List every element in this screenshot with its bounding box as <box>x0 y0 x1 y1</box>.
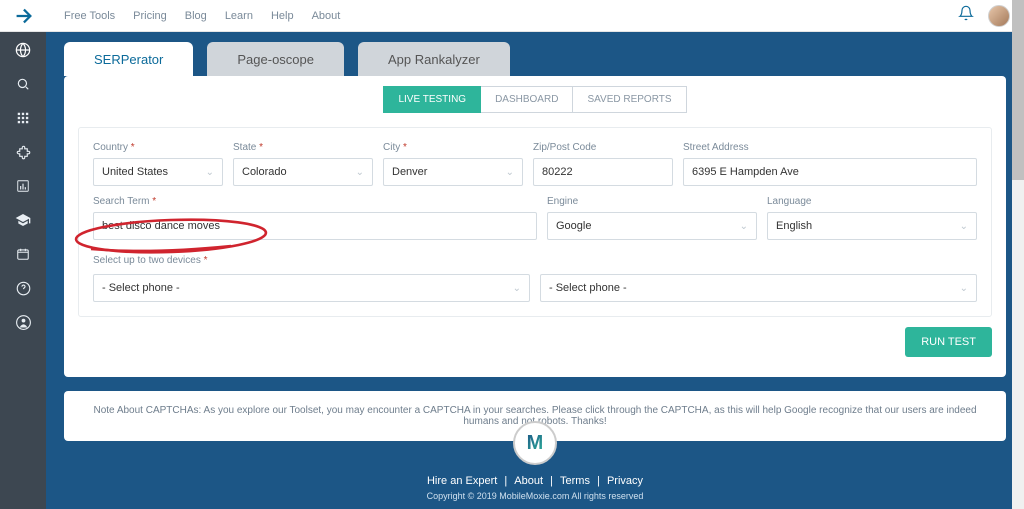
zip-label: Zip/Post Code <box>533 142 673 153</box>
footer-logo: M <box>513 421 557 465</box>
zip-input[interactable] <box>533 158 673 186</box>
search-term-label: Search Term * <box>93 196 537 207</box>
city-label: City * <box>383 142 523 153</box>
subtab-live-testing[interactable]: LIVE TESTING <box>383 86 481 113</box>
bell-icon[interactable] <box>958 5 974 26</box>
avatar[interactable] <box>988 5 1010 27</box>
chevron-down-icon: ⌄ <box>960 283 968 294</box>
footer-link-privacy[interactable]: Privacy <box>607 475 643 487</box>
search-term-input[interactable] <box>93 212 537 240</box>
state-label: State * <box>233 142 373 153</box>
user-icon[interactable] <box>15 314 31 330</box>
top-nav-blog[interactable]: Blog <box>185 10 207 22</box>
chevron-down-icon: ⌄ <box>506 167 514 178</box>
device1-select[interactable]: - Select phone -⌄ <box>93 274 530 302</box>
chevron-down-icon: ⌄ <box>513 283 521 294</box>
side-rail <box>0 32 46 509</box>
footer-copyright: Copyright © 2019 MobileMoxie.com All rig… <box>46 491 1024 501</box>
calendar-icon[interactable] <box>15 246 31 262</box>
engine-select[interactable]: Google⌄ <box>547 212 757 240</box>
top-nav-learn[interactable]: Learn <box>225 10 253 22</box>
run-test-button[interactable]: RUN TEST <box>905 327 992 357</box>
footer-link-terms[interactable]: Terms <box>560 475 590 487</box>
globe-icon[interactable] <box>15 42 31 58</box>
puzzle-icon[interactable] <box>15 144 31 160</box>
top-nav: Free Tools Pricing Blog Learn Help About <box>64 10 340 22</box>
country-label: Country * <box>93 142 223 153</box>
main-area: SERPerator Page-oscope App Rankalyzer LI… <box>46 32 1024 509</box>
sub-tabs: LIVE TESTING DASHBOARD SAVED REPORTS <box>64 86 1006 113</box>
device2-select[interactable]: - Select phone -⌄ <box>540 274 977 302</box>
state-select[interactable]: Colorado⌄ <box>233 158 373 186</box>
question-icon[interactable] <box>15 280 31 296</box>
subtab-dashboard[interactable]: DASHBOARD <box>481 86 573 113</box>
street-label: Street Address <box>683 142 977 153</box>
chart-icon[interactable] <box>15 178 31 194</box>
tab-app-rankalyzer[interactable]: App Rankalyzer <box>358 42 510 76</box>
top-nav-free-tools[interactable]: Free Tools <box>64 10 115 22</box>
city-select[interactable]: Denver⌄ <box>383 158 523 186</box>
chevron-down-icon: ⌄ <box>740 221 748 232</box>
logo-arrow-icon[interactable] <box>0 0 46 32</box>
footer: M Hire an Expert | About | Terms | Priva… <box>46 417 1024 509</box>
tab-page-oscope[interactable]: Page-oscope <box>207 42 344 76</box>
footer-link-hire[interactable]: Hire an Expert <box>427 475 497 487</box>
tool-tabs: SERPerator Page-oscope App Rankalyzer <box>46 42 1024 76</box>
scrollbar[interactable] <box>1012 0 1024 509</box>
top-nav-pricing[interactable]: Pricing <box>133 10 167 22</box>
grid-icon[interactable] <box>15 110 31 126</box>
search-icon[interactable] <box>15 76 31 92</box>
tab-serperator[interactable]: SERPerator <box>64 42 193 76</box>
chevron-down-icon: ⌄ <box>356 167 364 178</box>
top-bar: Free Tools Pricing Blog Learn Help About <box>0 0 1024 32</box>
country-select[interactable]: United States⌄ <box>93 158 223 186</box>
grad-cap-icon[interactable] <box>15 212 31 228</box>
devices-label: Select up to two devices * <box>93 255 208 266</box>
footer-link-about[interactable]: About <box>514 475 543 487</box>
language-select[interactable]: English⌄ <box>767 212 977 240</box>
chevron-down-icon: ⌄ <box>206 167 214 178</box>
street-input[interactable] <box>683 158 977 186</box>
panel: LIVE TESTING DASHBOARD SAVED REPORTS Cou… <box>64 76 1006 377</box>
subtab-saved-reports[interactable]: SAVED REPORTS <box>573 86 686 113</box>
footer-links: Hire an Expert | About | Terms | Privacy <box>46 475 1024 487</box>
language-label: Language <box>767 196 977 207</box>
chevron-down-icon: ⌄ <box>960 221 968 232</box>
top-nav-about[interactable]: About <box>312 10 341 22</box>
engine-label: Engine <box>547 196 757 207</box>
top-nav-help[interactable]: Help <box>271 10 294 22</box>
form-panel: Country * United States⌄ State * Colorad… <box>78 127 992 317</box>
scrollbar-thumb[interactable] <box>1012 0 1024 180</box>
